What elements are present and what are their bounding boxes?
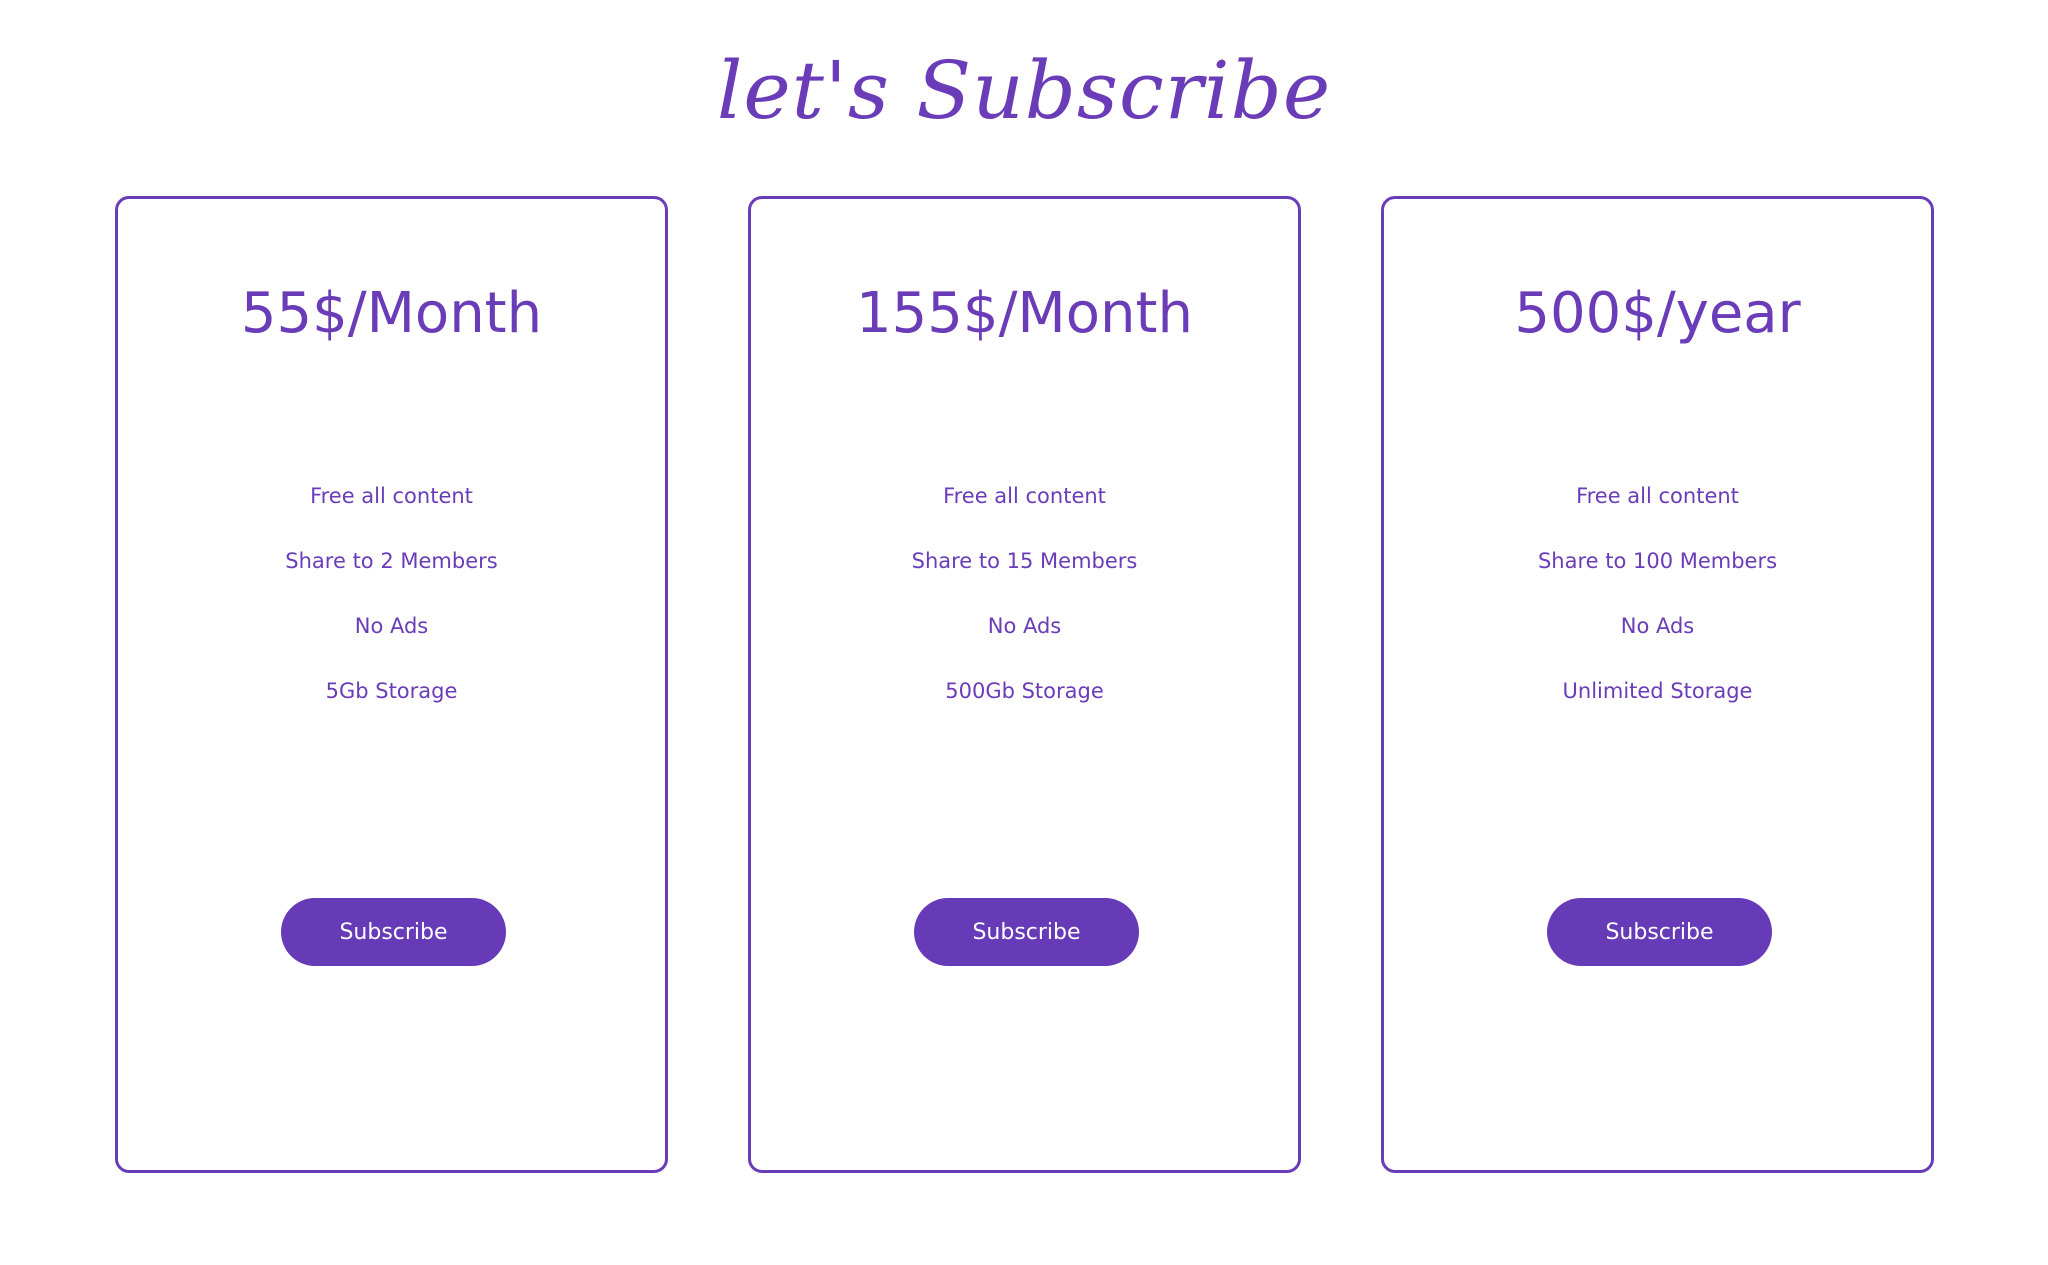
subscribe-button[interactable]: Subscribe — [281, 898, 506, 966]
plan-feature: Free all content — [943, 484, 1106, 508]
plan-feature: 500Gb Storage — [945, 679, 1104, 703]
plan-feature: Share to 15 Members — [911, 549, 1138, 573]
plan-feature: 5Gb Storage — [325, 679, 458, 703]
plan-feature: No Ads — [354, 614, 429, 638]
plan-features: Free all content Share to 15 Members No … — [751, 481, 1298, 741]
plan-price: 500$/year — [1514, 281, 1801, 346]
plan-feature: Free all content — [310, 484, 473, 508]
pricing-card-basic: 55$/Month Free all content Share to 2 Me… — [115, 196, 668, 1173]
page-title: let's Subscribe — [716, 44, 1332, 137]
plan-feature: Share to 100 Members — [1537, 549, 1778, 573]
pricing-card-yearly: 500$/year Free all content Share to 100 … — [1381, 196, 1934, 1173]
plan-features: Free all content Share to 100 Members No… — [1384, 481, 1931, 741]
plan-price: 55$/Month — [240, 281, 543, 346]
plan-feature: No Ads — [987, 614, 1062, 638]
plan-feature: Free all content — [1576, 484, 1739, 508]
pricing-card-standard: 155$/Month Free all content Share to 15 … — [748, 196, 1301, 1173]
subscribe-button[interactable]: Subscribe — [1547, 898, 1772, 966]
plan-price: 155$/Month — [856, 281, 1193, 346]
plan-feature: Share to 2 Members — [285, 549, 498, 573]
plan-features: Free all content Share to 2 Members No A… — [118, 481, 665, 741]
subscribe-button[interactable]: Subscribe — [914, 898, 1139, 966]
plan-feature: Unlimited Storage — [1562, 679, 1753, 703]
pricing-cards: 55$/Month Free all content Share to 2 Me… — [115, 196, 1934, 1173]
plan-feature: No Ads — [1620, 614, 1695, 638]
